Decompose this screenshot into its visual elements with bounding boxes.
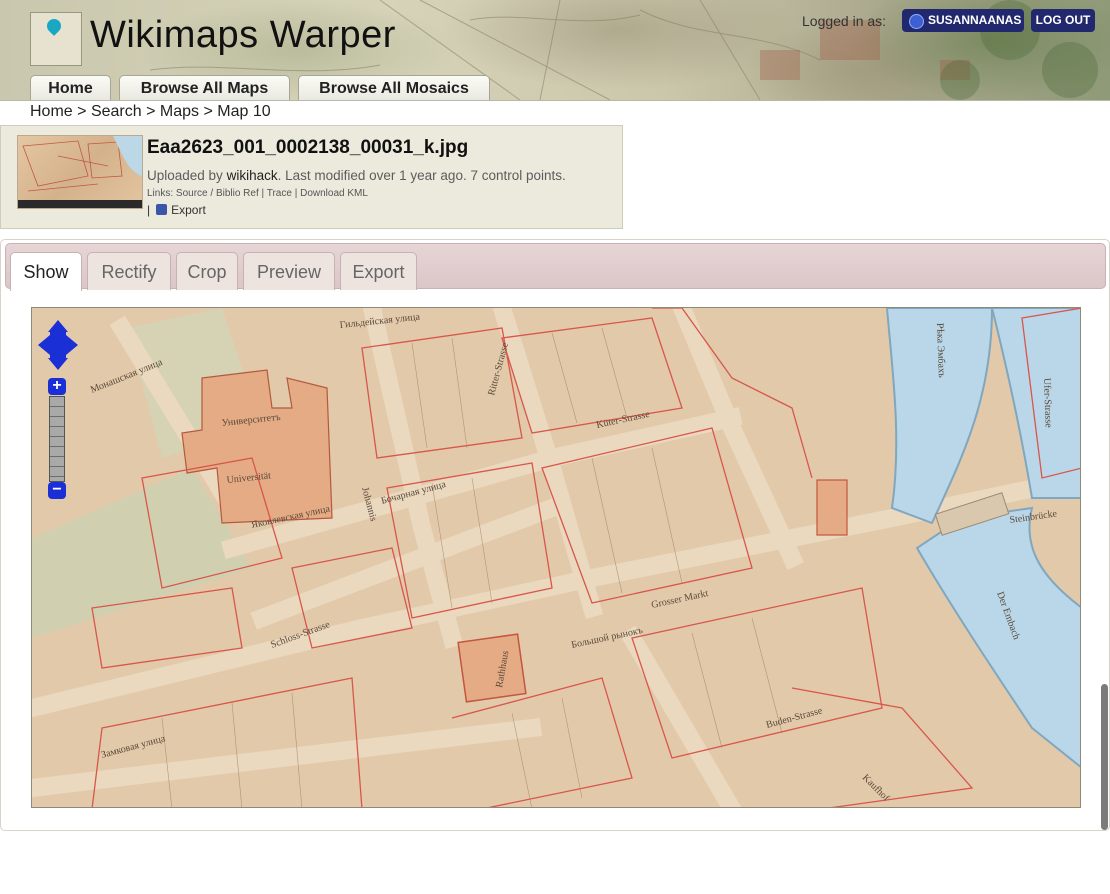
- uploaded-prefix: Uploaded by: [147, 168, 223, 183]
- export-link[interactable]: Export: [171, 203, 206, 217]
- historical-map-image[interactable]: Монашская улица Гильдейская улица Универ…: [32, 308, 1081, 808]
- links-row: Links: Source / Biblio Ref | Trace | Dow…: [147, 188, 368, 199]
- link-biblio-ref[interactable]: Biblio Ref: [216, 188, 259, 199]
- tab-export[interactable]: Export: [340, 252, 417, 290]
- pan-up-icon[interactable]: [48, 320, 68, 332]
- breadcrumb: Home > Search > Maps > Map 10: [30, 103, 271, 121]
- map-filename: Eaa2623_001_0002138_00031_k.jpg: [147, 137, 469, 158]
- export-icon: [156, 204, 168, 215]
- link-source[interactable]: Source: [176, 188, 208, 199]
- pan-control[interactable]: [38, 320, 78, 370]
- nav-tab-home[interactable]: Home: [30, 75, 111, 100]
- pan-center: [50, 332, 66, 358]
- upload-info: Uploaded by wikihack. Last modified over…: [147, 168, 566, 183]
- link-trace[interactable]: Trace: [267, 188, 292, 199]
- map-info-panel: Eaa2623_001_0002138_00031_k.jpg Uploaded…: [0, 125, 623, 229]
- tab-bar: Show Rectify Crop Preview Export: [5, 243, 1106, 291]
- breadcrumb-separator: >: [77, 103, 87, 120]
- export-row: | Export: [147, 203, 206, 217]
- logo-icon[interactable]: [30, 12, 82, 66]
- nav-tab-browse-maps[interactable]: Browse All Maps: [119, 75, 290, 100]
- logged-in-label: Logged in as:: [802, 13, 887, 29]
- zoom-out-button[interactable]: −: [48, 482, 66, 499]
- site-header: Wikimaps Warper Logged in as: SUSANNAANA…: [0, 0, 1110, 101]
- tab-preview[interactable]: Preview: [243, 252, 335, 290]
- map-pin-icon: [44, 16, 64, 36]
- pan-left-icon[interactable]: [38, 335, 50, 355]
- zoom-in-button[interactable]: +: [48, 378, 66, 395]
- map-viewer[interactable]: Монашская улица Гильдейская улица Универ…: [31, 307, 1081, 808]
- breadcrumb-separator: >: [203, 103, 213, 120]
- breadcrumb-search[interactable]: Search: [91, 103, 142, 120]
- breadcrumb-separator: >: [146, 103, 156, 120]
- breadcrumb-maps[interactable]: Maps: [160, 103, 199, 120]
- breadcrumb-current: Map 10: [217, 103, 271, 120]
- username: SUSANNAANAS: [928, 13, 1022, 27]
- zoom-slider[interactable]: [49, 396, 65, 482]
- user-button[interactable]: SUSANNAANAS: [902, 9, 1024, 32]
- tab-crop[interactable]: Crop: [176, 252, 238, 290]
- link-download-kml[interactable]: Download KML: [300, 188, 368, 199]
- pipe-divider: |: [147, 203, 151, 217]
- links-prefix: Links:: [147, 188, 174, 199]
- page-scrollbar[interactable]: [1101, 684, 1108, 830]
- uploaded-suffix: . Last modified over 1 year ago. 7 contr…: [277, 168, 566, 183]
- map-thumbnail[interactable]: [17, 135, 143, 209]
- pan-right-icon[interactable]: [66, 335, 78, 355]
- nav-tab-browse-mosaics[interactable]: Browse All Mosaics: [298, 75, 490, 100]
- user-icon: [909, 14, 924, 29]
- breadcrumb-home[interactable]: Home: [30, 103, 73, 120]
- map-label: Рѣка Эмбахъ: [934, 323, 947, 378]
- uploader-link[interactable]: wikihack: [227, 168, 278, 183]
- pan-down-icon[interactable]: [48, 358, 68, 370]
- map-label: Ufer-Strasse: [1041, 378, 1054, 429]
- app-title[interactable]: Wikimaps Warper: [90, 14, 396, 57]
- thumbnail-color-bar: [18, 200, 142, 208]
- logout-button[interactable]: LOG OUT: [1031, 9, 1095, 32]
- thumbnail-map-image: [22, 136, 142, 192]
- tab-show[interactable]: Show: [10, 252, 82, 291]
- tab-rectify[interactable]: Rectify: [87, 252, 171, 290]
